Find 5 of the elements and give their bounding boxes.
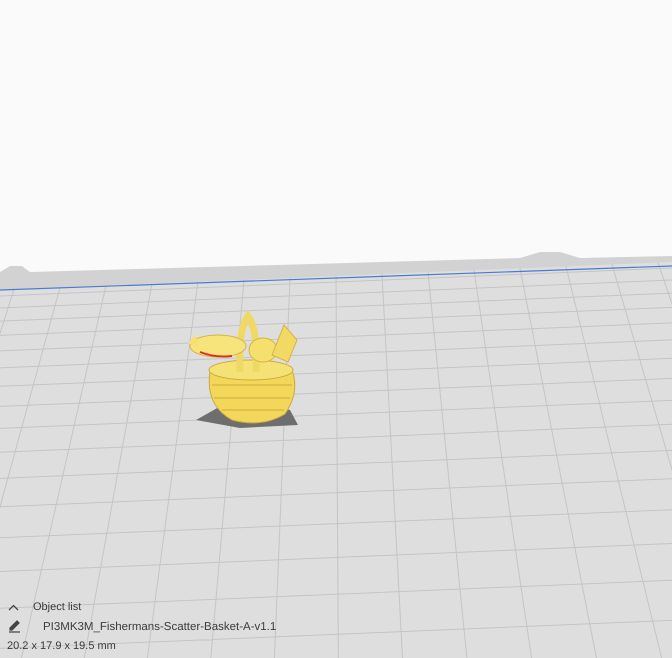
object-dimensions: 20.2 x 17.9 x 19.5 mm: [7, 640, 117, 652]
object-list-toggle[interactable]: Object list: [8, 601, 276, 613]
pencil-icon[interactable]: [8, 620, 21, 633]
chevron-up-icon: [8, 604, 19, 610]
object-name: PI3MK3M_Fishermans-Scatter-Basket-A-v1.1: [43, 620, 276, 632]
